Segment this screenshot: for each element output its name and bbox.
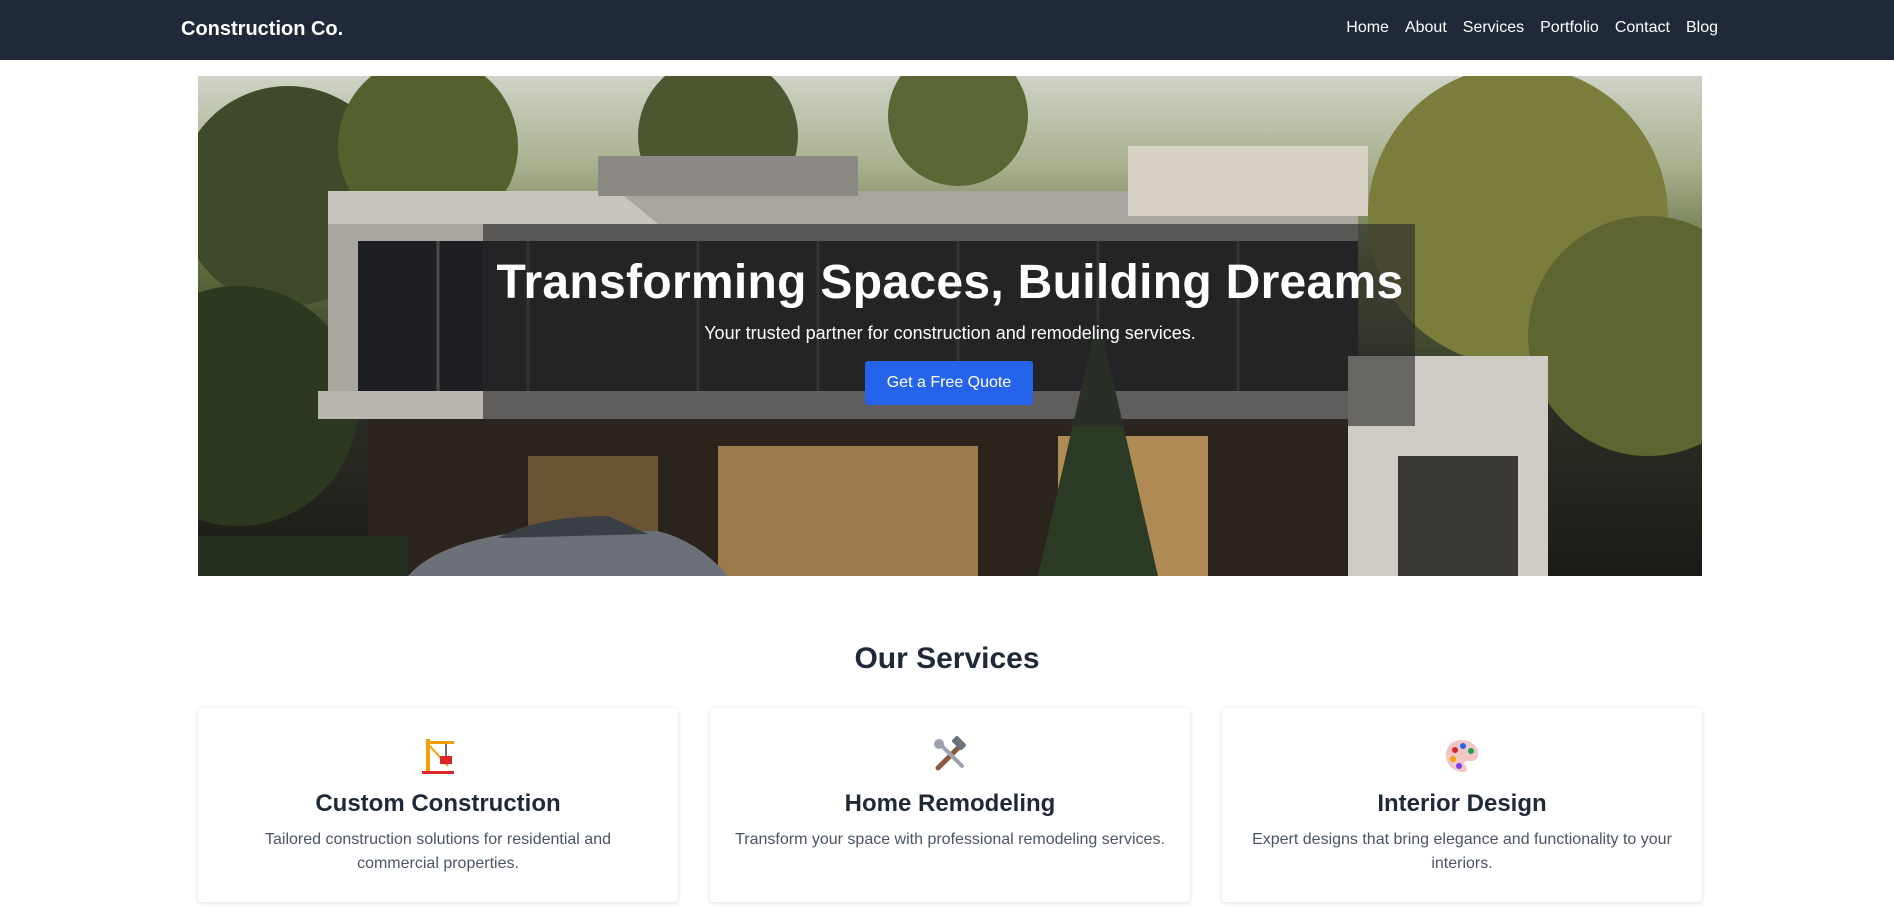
nav-link-home[interactable]: Home [1346, 19, 1389, 37]
service-card-title: Interior Design [1377, 790, 1547, 817]
crane-icon [422, 739, 454, 774]
service-card-title: Home Remodeling [844, 790, 1056, 817]
hero-section: Transforming Spaces, Building Dreams You… [198, 76, 1702, 576]
services-cards: Custom Construction Tailored constructio… [198, 708, 1702, 902]
nav-link-about[interactable]: About [1405, 19, 1447, 37]
service-card-description: Expert designs that bring elegance and f… [1252, 831, 1672, 872]
service-card-home-remodeling: Home Remodeling Transform your space wit… [710, 708, 1190, 902]
get-free-quote-button[interactable]: Get a Free Quote [865, 361, 1033, 405]
nav-link-services[interactable]: Services [1463, 19, 1524, 37]
service-card-custom-construction: Custom Construction Tailored constructio… [198, 708, 678, 902]
hero-title: Transforming Spaces, Building Dreams [496, 256, 1404, 309]
nav-link-portfolio[interactable]: Portfolio [1540, 19, 1599, 37]
service-card-interior-design: Interior Design Expert designs that brin… [1222, 708, 1702, 902]
navbar: Construction Co. Home About Services Por… [0, 0, 1894, 60]
nav-link-blog[interactable]: Blog [1686, 19, 1718, 37]
services-section-title: Our Services [854, 642, 1040, 675]
service-card-description: Transform your space with professional r… [735, 831, 1165, 848]
nav-links: Home About Services Portfolio Contact Bl… [1346, 19, 1718, 37]
nav-link-contact[interactable]: Contact [1615, 19, 1670, 37]
service-card-description: Tailored construction solutions for resi… [265, 831, 611, 872]
palette-icon [1445, 740, 1479, 772]
hero-subtitle: Your trusted partner for construction an… [704, 323, 1196, 343]
brand-logo-link[interactable]: Construction Co. [181, 18, 343, 41]
tools-icon [934, 736, 966, 771]
service-card-title: Custom Construction [315, 790, 561, 817]
